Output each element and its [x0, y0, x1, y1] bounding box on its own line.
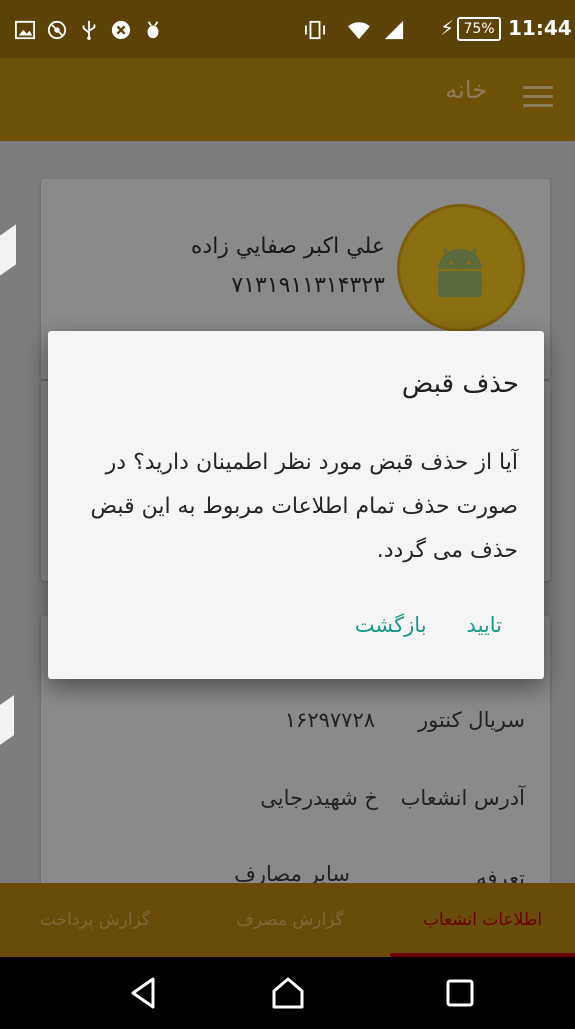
usb-icon: [82, 20, 96, 40]
vibrate-icon: [305, 20, 325, 40]
tab-payment-report[interactable]: گزارش پرداخت: [0, 883, 190, 957]
tab-label: گزارش مصرف: [236, 910, 344, 930]
page-title: خانه: [445, 76, 487, 104]
battery-indicator: 75%: [457, 17, 501, 41]
home-icon[interactable]: [270, 975, 306, 1011]
meter-serial-value: ۱۶۲۹۷۷۲۸: [284, 708, 375, 732]
meter-serial-label: سریال کنتور: [417, 708, 525, 732]
menu-icon[interactable]: [523, 86, 553, 108]
app-bar: خانه: [0, 58, 575, 141]
user-name: علي اكبر صفايي زاده: [190, 234, 385, 259]
confirm-button[interactable]: تایید: [467, 613, 502, 637]
signal-icon: [384, 20, 404, 40]
status-bar: ⚡ 75% 11:44: [0, 0, 575, 58]
android-icon: [438, 248, 482, 297]
recents-icon[interactable]: [442, 975, 478, 1011]
user-id: ۷۱۳۱۹۱۱۳۱۴۳۲۳: [231, 273, 385, 298]
address-value: خ شهیدرجایی: [260, 786, 378, 810]
back-icon[interactable]: [125, 975, 161, 1011]
wifi-icon: [348, 22, 370, 40]
clock: 11:44: [508, 16, 572, 40]
vpn-icon: [47, 20, 67, 40]
tab-label: اطلاعات انشعاب: [422, 910, 543, 930]
tab-label: گزارش پرداخت: [39, 910, 151, 930]
system-navigation-bar: [0, 957, 575, 1029]
close-circle-icon: [111, 20, 131, 40]
delete-bill-dialog: حذف قبض آیا از حذف قبض مورد نظر اطمینان …: [48, 331, 544, 679]
avatar[interactable]: [397, 204, 525, 332]
tab-consumption-report[interactable]: گزارش مصرف: [195, 883, 385, 957]
dialog-actions: تایید بازگشت: [355, 613, 502, 637]
charging-icon: ⚡: [440, 16, 455, 40]
dialog-message: آیا از حذف قبض مورد نظر اطمینان دارید؟ د…: [90, 450, 518, 563]
bottom-navigation: اطلاعات انشعاب گزارش مصرف گزارش پرداخت: [0, 883, 575, 957]
battery-percent: 75%: [463, 21, 495, 37]
gallery-icon: [15, 20, 35, 40]
tab-connection-info[interactable]: اطلاعات انشعاب: [390, 883, 575, 957]
dialog-title: حذف قبض: [401, 369, 519, 399]
address-label: آدرس انشعاب: [400, 786, 525, 810]
back-button[interactable]: بازگشت: [355, 613, 427, 637]
bug-icon: [147, 21, 159, 39]
